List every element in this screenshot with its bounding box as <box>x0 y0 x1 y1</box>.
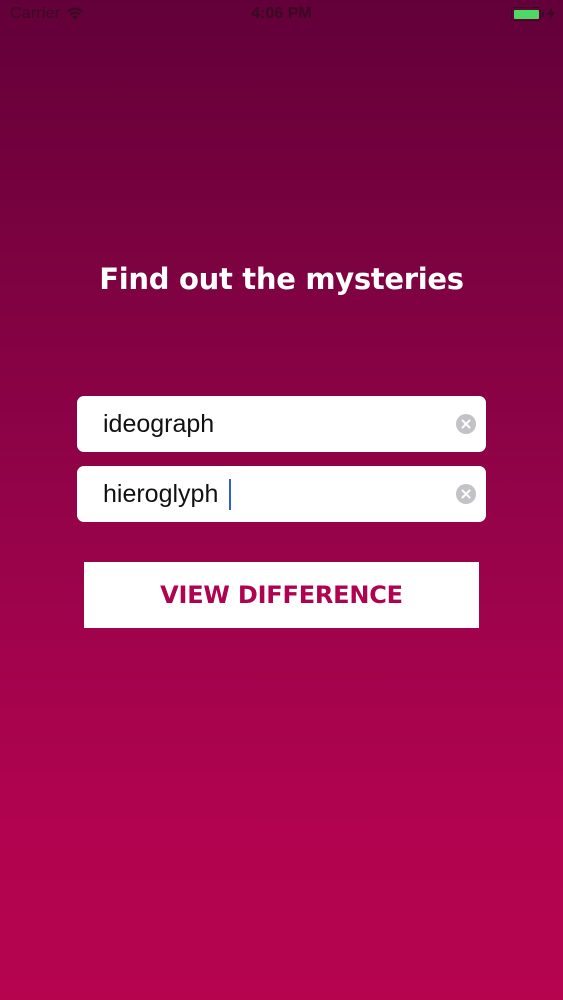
charging-bolt-icon <box>547 7 555 21</box>
status-bar: Carrier 4:06 PM <box>0 0 563 30</box>
second-word-input[interactable] <box>103 466 443 522</box>
battery-level-fill <box>513 9 539 19</box>
first-word-input[interactable] <box>103 396 443 452</box>
second-word-field[interactable] <box>77 466 486 522</box>
page-title: Find out the mysteries <box>99 262 464 296</box>
view-difference-button[interactable]: VIEW DIFFERENCE <box>84 562 479 628</box>
first-word-field[interactable] <box>77 396 486 452</box>
battery-icon <box>511 7 544 21</box>
battery-status <box>511 7 555 21</box>
status-time: 4:06 PM <box>251 5 312 22</box>
text-cursor <box>229 479 231 510</box>
clear-icon[interactable] <box>456 414 476 434</box>
clear-icon[interactable] <box>456 484 476 504</box>
